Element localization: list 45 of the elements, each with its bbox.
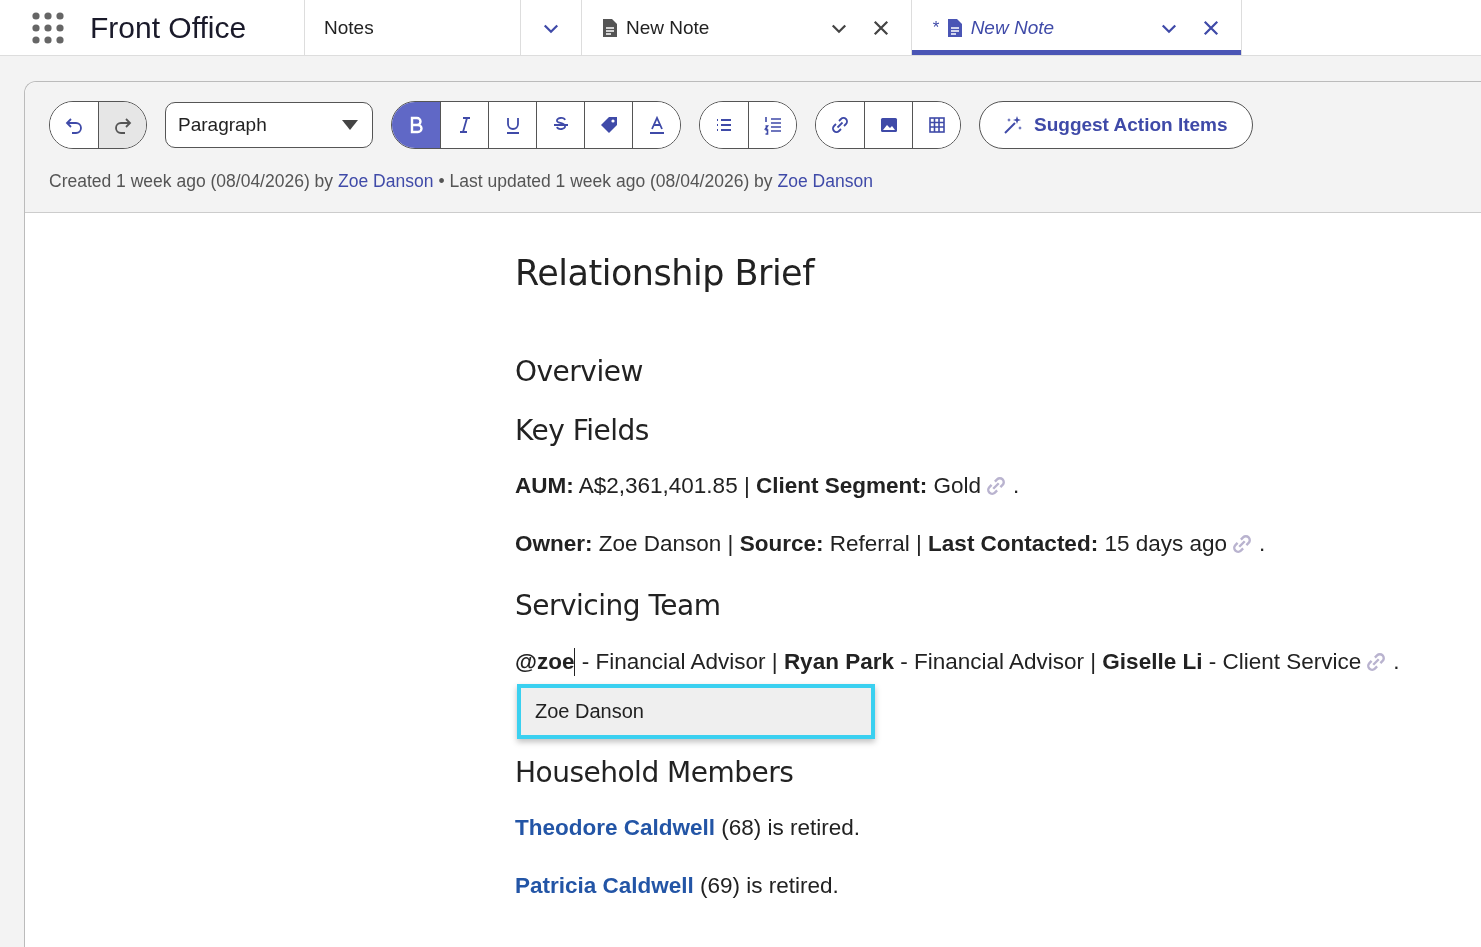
numbers-button[interactable] — [748, 102, 796, 148]
image-icon — [878, 115, 899, 135]
table-button[interactable] — [912, 102, 960, 148]
text-cursor — [574, 648, 576, 676]
person-link[interactable]: Patricia Caldwell — [515, 873, 694, 899]
redo-icon — [112, 115, 133, 135]
document-icon — [946, 17, 963, 38]
document-title: Relationship Brief — [515, 253, 817, 293]
suggestion-item[interactable]: Zoe Danson — [521, 688, 871, 735]
separator-dot: • — [438, 171, 445, 192]
period: . — [1259, 531, 1266, 557]
period: . — [1013, 473, 1020, 499]
document-icon — [602, 17, 618, 38]
tab[interactable]: * New Note — [912, 0, 1242, 55]
author-link[interactable]: Zoe Danson — [338, 171, 434, 192]
section-heading: Servicing Team — [515, 589, 722, 622]
period: . — [1393, 649, 1400, 675]
tab[interactable]: New Note — [582, 0, 912, 55]
color-button[interactable] — [632, 102, 680, 148]
section-heading: Household Members — [515, 756, 795, 789]
app-launcher-icon[interactable] — [32, 11, 64, 44]
magic-wand-icon — [1002, 114, 1024, 136]
paragraph-text: AUM: A$2,361,401.85 | Client Segment: Gold — [515, 473, 982, 499]
table-icon — [926, 115, 947, 135]
redo-button[interactable] — [98, 102, 146, 148]
mention-text: @zoe — [515, 649, 575, 675]
bold-button[interactable] — [392, 102, 440, 148]
paragraph-text: (69) is retired. — [699, 873, 839, 899]
section-heading: Overview — [515, 355, 644, 388]
updated-info: Last updated 1 week ago (08/04/2026) by — [449, 171, 773, 192]
numbered-list-icon — [762, 115, 783, 135]
paragraph-text: Owner: Zoe Danson | Source: Referral | Last Contacted: 15 days ago — [515, 531, 1227, 557]
dropdown-arrow-icon — [342, 120, 358, 130]
person-link[interactable]: Theodore Caldwell — [515, 815, 716, 841]
section-heading: Key Fields — [515, 414, 650, 447]
paragraph-text: - Financial Advisor | Ryan Park - Financial Advisor | Giselle Li - Client Service — [580, 649, 1362, 675]
tab[interactable]: Notes — [305, 0, 582, 55]
author-link[interactable]: Zoe Danson — [777, 171, 873, 192]
app-title: Front Office — [90, 10, 247, 45]
link-icon — [830, 115, 850, 135]
undo-icon — [64, 115, 84, 135]
created-info: Created 1 week ago (08/04/2026) by — [49, 171, 334, 192]
block-format-select[interactable]: Paragraph — [165, 102, 373, 148]
paragraph-text: (68) is retired. — [720, 815, 861, 841]
suggest-action-items-button[interactable]: Suggest Action Items — [979, 101, 1253, 149]
